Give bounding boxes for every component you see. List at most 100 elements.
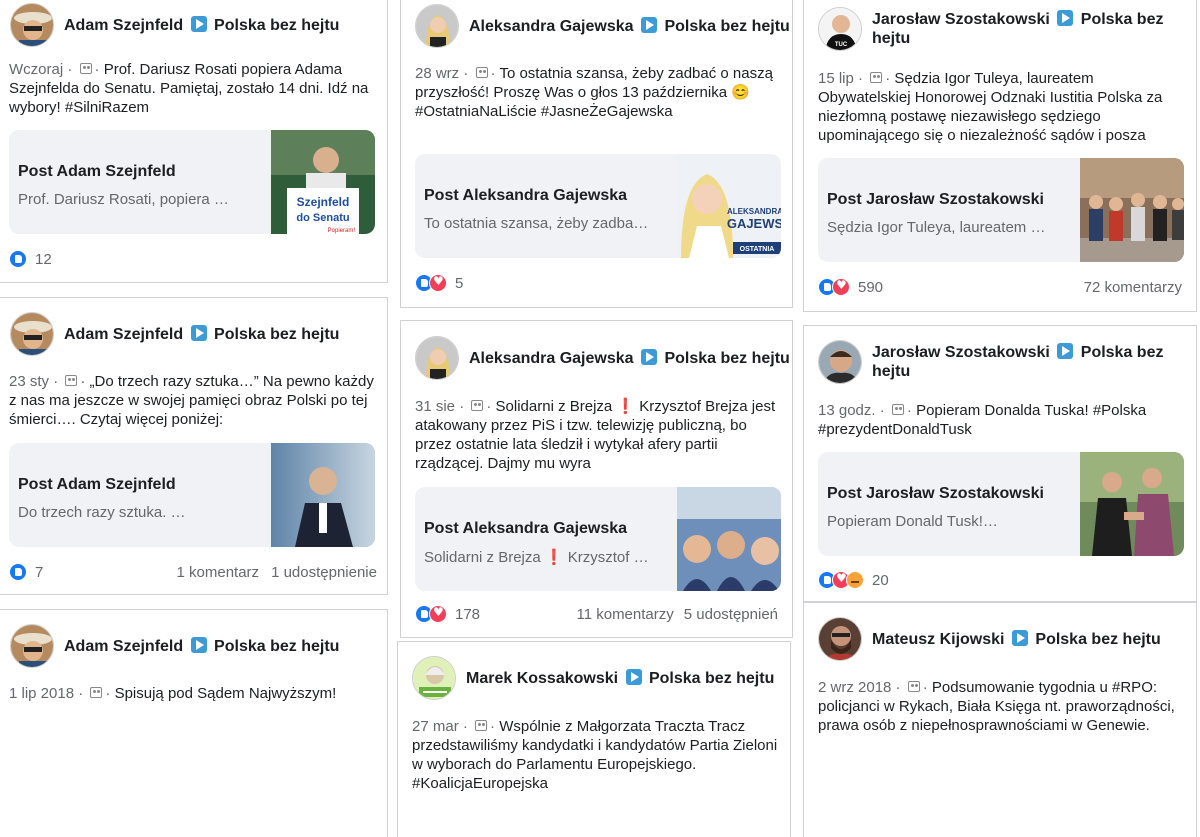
post-card: Jarosław Szostakowski Polska bez hejtu 1… bbox=[803, 325, 1197, 602]
audience-icon bbox=[471, 400, 484, 411]
audience-icon bbox=[907, 681, 920, 692]
svg-text:do Senatu: do Senatu bbox=[296, 212, 349, 224]
reaction-count[interactable]: 20 bbox=[872, 572, 889, 589]
like-reaction-icon[interactable] bbox=[9, 563, 27, 581]
post-body: 23 sty · · „Do trzech razy sztuka…” Na p… bbox=[9, 373, 374, 428]
author-avatar[interactable] bbox=[818, 340, 862, 384]
post-date[interactable]: 31 sie bbox=[415, 398, 455, 415]
post-body: 1 lip 2018 · · Spisują pod Sądem Najwyżs… bbox=[9, 685, 337, 702]
post-header: Marek Kossakowski Polska bez hejtu bbox=[412, 656, 774, 700]
reaction-count[interactable]: 178 bbox=[455, 606, 480, 623]
author-name[interactable]: Marek Kossakowski Polska bez hejtu bbox=[466, 668, 774, 688]
comments-count[interactable]: 72 komentarzy bbox=[1084, 279, 1182, 296]
shares-count[interactable]: 5 udostępnień bbox=[684, 606, 778, 623]
post-date[interactable]: 1 lip 2018 bbox=[9, 685, 74, 702]
author-name[interactable]: Aleksandra Gajewska Polska bez hejtu bbox=[469, 348, 790, 368]
svg-text:Szejnfeld: Szejnfeld bbox=[297, 195, 350, 209]
author-avatar[interactable] bbox=[818, 617, 862, 661]
reaction-count[interactable]: 5 bbox=[455, 275, 463, 292]
author-avatar[interactable] bbox=[10, 624, 54, 668]
author-name[interactable]: Adam Szejnfeld Polska bez hejtu bbox=[64, 15, 339, 35]
card-title: Post Adam Szejnfeld bbox=[18, 163, 176, 180]
shared-post-card[interactable]: Post Aleksandra Gajewska Solidarni z Bre… bbox=[415, 487, 781, 591]
post-body: 31 sie · · Solidarni z Brejza ❗ Krzyszto… bbox=[415, 398, 776, 472]
card-thumbnail bbox=[271, 443, 375, 547]
post-header: Mateusz Kijowski Polska bez hejtu bbox=[818, 617, 1161, 661]
author-avatar[interactable]: TUC bbox=[818, 7, 862, 51]
comments-count[interactable]: 1 komentarz bbox=[177, 564, 260, 581]
card-thumbnail: Szejnfeld do Senatu Popieram! bbox=[271, 130, 375, 234]
play-arrow-icon bbox=[190, 636, 207, 653]
shares-count[interactable]: 1 udostępnienie bbox=[271, 564, 377, 581]
svg-text:Popieram!: Popieram! bbox=[328, 228, 356, 234]
reaction-count[interactable]: 7 bbox=[35, 564, 43, 581]
love-reaction-icon[interactable] bbox=[832, 278, 850, 296]
post-card: Aleksandra Gajewska Polska bez hejtu 31 … bbox=[400, 320, 793, 638]
card-thumbnail bbox=[1080, 452, 1184, 556]
post-date[interactable]: 2 wrz 2018 bbox=[818, 679, 891, 696]
post-header: TUC Jarosław Szostakowski Polska bez hej… bbox=[818, 7, 1172, 51]
angry-reaction-icon[interactable] bbox=[846, 571, 864, 589]
post-card: Adam Szejnfeld Polska bez hejtu 1 lip 20… bbox=[0, 609, 388, 837]
post-date[interactable]: 23 sty bbox=[9, 373, 49, 390]
author-name[interactable]: Adam Szejnfeld Polska bez hejtu bbox=[64, 636, 339, 656]
author-name[interactable]: Jarosław Szostakowski Polska bez hejtu bbox=[872, 343, 1172, 381]
post-date[interactable]: 27 mar bbox=[412, 718, 459, 735]
play-arrow-icon bbox=[1057, 10, 1074, 26]
post-header: Aleksandra Gajewska Polska bez hejtu bbox=[415, 336, 790, 380]
card-desc: Sędzia Igor Tuleya, laureatem … bbox=[827, 219, 1046, 236]
post-header: Jarosław Szostakowski Polska bez hejtu bbox=[818, 340, 1172, 384]
audience-icon bbox=[90, 687, 103, 698]
post-header: Adam Szejnfeld Polska bez hejtu bbox=[10, 312, 339, 356]
card-title: Post Adam Szejnfeld bbox=[18, 476, 176, 493]
author-avatar[interactable] bbox=[415, 336, 459, 380]
post-body: 2 wrz 2018 · · Podsumowanie tygodnia u #… bbox=[818, 679, 1175, 734]
post-body: 13 godz. · · Popieram Donalda Tuska! #Po… bbox=[818, 402, 1147, 438]
shared-post-card[interactable]: Post Jarosław Szostakowski Sędzia Igor T… bbox=[818, 158, 1184, 262]
audience-icon bbox=[65, 375, 78, 386]
shared-post-card[interactable]: Post Aleksandra Gajewska To ostatnia sza… bbox=[415, 154, 781, 258]
white-fade bbox=[0, 710, 387, 837]
card-thumbnail bbox=[1080, 158, 1184, 262]
reaction-count[interactable]: 12 bbox=[35, 251, 52, 268]
author-name[interactable]: Aleksandra Gajewska Polska bez hejtu bbox=[469, 16, 790, 36]
shared-post-card[interactable]: Post Jarosław Szostakowski Popieram Dona… bbox=[818, 452, 1184, 556]
author-name[interactable]: Jarosław Szostakowski Polska bez hejtu bbox=[872, 10, 1172, 48]
post-text: Solidarni z Brejza ❗ Krzysztof Brejza je… bbox=[415, 398, 776, 472]
shared-post-card[interactable]: Post Adam Szejnfeld Do trzech razy sztuk… bbox=[9, 443, 375, 547]
audience-icon bbox=[891, 404, 904, 415]
love-reaction-icon[interactable] bbox=[429, 274, 447, 292]
post-footer: 12 bbox=[9, 250, 377, 268]
post-date[interactable]: 13 godz. bbox=[818, 402, 876, 419]
post-date[interactable]: 15 lip bbox=[818, 70, 854, 87]
author-avatar[interactable] bbox=[412, 656, 456, 700]
audience-icon bbox=[475, 67, 488, 78]
play-arrow-icon bbox=[641, 348, 657, 365]
shared-post-card[interactable]: Post Adam Szejnfeld Prof. Dariusz Rosati… bbox=[9, 130, 375, 234]
author-name[interactable]: Adam Szejnfeld Polska bez hejtu bbox=[64, 324, 339, 344]
post-date[interactable]: Wczoraj bbox=[9, 61, 63, 78]
author-avatar[interactable] bbox=[10, 312, 54, 356]
love-reaction-icon[interactable] bbox=[429, 605, 447, 623]
post-header: Adam Szejnfeld Polska bez hejtu bbox=[10, 624, 339, 668]
like-reaction-icon[interactable] bbox=[9, 250, 27, 268]
post-body: 28 wrz · · To ostatnia szansa, żeby zadb… bbox=[415, 65, 773, 120]
post-body: Wczoraj · · Prof. Dariusz Rosati popiera… bbox=[9, 61, 369, 116]
card-title: Post Aleksandra Gajewska bbox=[424, 187, 628, 204]
post-footer: 20 bbox=[818, 571, 1186, 589]
svg-text:TUC: TUC bbox=[835, 42, 848, 48]
card-title: Post Jarosław Szostakowski bbox=[827, 191, 1044, 208]
post-footer: 178 11 komentarzy 5 udostępnień bbox=[415, 605, 778, 623]
reaction-count[interactable]: 590 bbox=[858, 279, 883, 296]
audience-icon bbox=[870, 72, 883, 83]
author-avatar[interactable] bbox=[10, 3, 54, 47]
play-arrow-icon bbox=[190, 15, 207, 32]
post-date[interactable]: 28 wrz bbox=[415, 65, 459, 82]
post-card: TUC Jarosław Szostakowski Polska bez hej… bbox=[803, 0, 1197, 312]
play-arrow-icon bbox=[190, 324, 207, 341]
author-name[interactable]: Mateusz Kijowski Polska bez hejtu bbox=[872, 629, 1161, 649]
author-avatar[interactable] bbox=[415, 4, 459, 48]
play-arrow-icon bbox=[1057, 343, 1074, 359]
post-body: 15 lip · · Sędzia Igor Tuleya, laureatem… bbox=[818, 70, 1163, 144]
comments-count[interactable]: 11 komentarzy bbox=[576, 606, 673, 623]
